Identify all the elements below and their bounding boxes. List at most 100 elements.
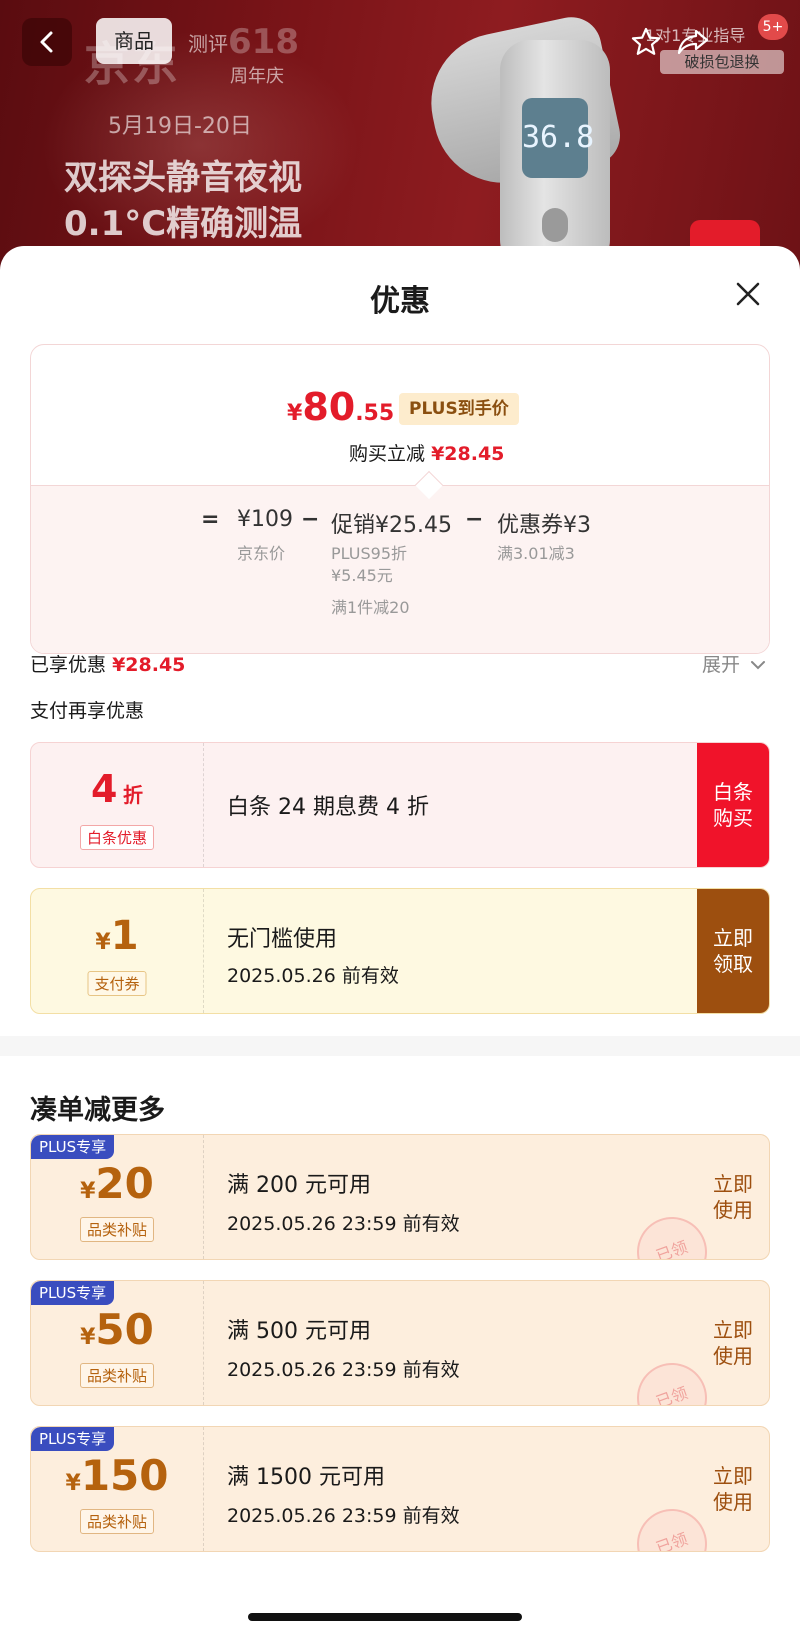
- coupon-divider: [203, 743, 204, 867]
- plus-coupon: ¥20 品类补贴 PLUS专享 满 200 元可用 2025.05.26 23:…: [30, 1134, 770, 1260]
- more-discounts-title: 凑单减更多: [30, 1095, 165, 1126]
- claim-coupon-label: 立即领取: [713, 926, 753, 976]
- discount-sheet: 优惠 ¥80.55 PLUS到手价 购买立减 ¥28.45 = ¥109 − 促…: [0, 246, 800, 1634]
- promo-detail: PLUS95折 ¥5.45元: [331, 544, 407, 585]
- price-breakdown-card: ¥80.55 PLUS到手价 购买立减 ¥28.45 = ¥109 − 促销¥2…: [30, 344, 770, 654]
- coupon-value-number: 50: [95, 1305, 154, 1354]
- coupon-type-label: 支付券: [87, 971, 147, 996]
- pay-coupon: ¥1 支付券 无门槛使用 2025.05.26 前有效 立即领取: [30, 888, 770, 1014]
- instant-save: 购买立减 ¥28.45: [349, 439, 504, 466]
- coupon-value-unit: 折: [123, 783, 144, 807]
- use-coupon-button[interactable]: 立即使用: [697, 1281, 769, 1405]
- coupon-value: 4 折: [31, 767, 203, 811]
- tab-product[interactable]: 商品: [96, 18, 172, 64]
- coupon-left: ¥1 支付券: [31, 889, 203, 1013]
- thermometer-button: [542, 208, 568, 242]
- thermometer-image: 36.8: [418, 10, 626, 270]
- instant-save-amount: ¥28.45: [431, 443, 505, 465]
- plus-price-tag: PLUS到手价: [399, 393, 519, 425]
- use-coupon-label: 立即使用: [713, 1464, 753, 1514]
- plus-coupon: ¥50 品类补贴 PLUS专享 满 500 元可用 2025.05.26 23:…: [30, 1280, 770, 1406]
- tab-review[interactable]: 测评: [188, 28, 228, 57]
- claim-coupon-button[interactable]: 立即领取: [697, 889, 769, 1013]
- banner-date: 5月19日-20日: [108, 114, 252, 139]
- coupon-currency: ¥: [95, 930, 111, 955]
- coupon-value-number: 20: [95, 1159, 154, 1208]
- product-banner: 京东 618 周年庆 5月19日-20日 双探头静音夜视 0.1°C精确测温 3…: [0, 0, 800, 270]
- enjoyed-discount: 已享优惠 ¥28.45: [30, 650, 185, 677]
- coupon-detail: 满3.01减3: [497, 544, 575, 563]
- coupon-divider: [203, 1281, 204, 1405]
- coupon-left: 4 折 白条优惠: [31, 743, 203, 867]
- home-indicator[interactable]: [248, 1613, 522, 1621]
- plus-exclusive-badge: PLUS专享: [31, 1135, 115, 1159]
- base-price: ¥109: [237, 507, 293, 532]
- coupon-type-label: 品类补贴: [79, 1217, 155, 1242]
- coupon-discount: 优惠券¥3: [497, 513, 591, 538]
- expand-label: 展开: [702, 654, 741, 676]
- final-price: ¥80.55: [287, 385, 394, 429]
- coupon-expire: 2025.05.26 23:59 前有效: [227, 1505, 460, 1527]
- coupon-desc: 满 200 元可用: [227, 1173, 371, 1198]
- use-coupon-label: 立即使用: [713, 1172, 753, 1222]
- coupon-value-number: 4: [90, 767, 118, 811]
- coupon-divider: [203, 1427, 204, 1551]
- minus-sign: −: [465, 507, 484, 532]
- coupon-type-label: 白条优惠: [79, 825, 155, 850]
- plus-coupon: ¥150 品类补贴 PLUS专享 满 1500 元可用 2025.05.26 2…: [30, 1426, 770, 1552]
- plus-exclusive-badge: PLUS专享: [31, 1281, 115, 1305]
- use-coupon-label: 立即使用: [713, 1318, 753, 1368]
- share-icon[interactable]: [676, 26, 710, 58]
- base-price-label: 京东价: [237, 544, 286, 563]
- instant-save-label: 购买立减: [349, 443, 426, 465]
- enjoyed-label: 已享优惠: [30, 654, 107, 676]
- back-icon: [40, 31, 53, 53]
- coupon-expire: 2025.05.26 23:59 前有效: [227, 1359, 460, 1381]
- pay-more-title: 支付再享优惠: [30, 700, 145, 722]
- promo-detail-2: 满1件减20: [331, 598, 410, 617]
- coupon-currency: ¥: [65, 1471, 81, 1496]
- price-integer: 80: [302, 385, 356, 429]
- coupon-desc: 无门槛使用: [227, 927, 338, 952]
- star-icon[interactable]: [630, 26, 662, 58]
- coupon-value: ¥150: [31, 1451, 203, 1500]
- expand-button[interactable]: 展开: [702, 650, 766, 677]
- plus-exclusive-badge: PLUS专享: [31, 1427, 115, 1451]
- banner-headline-2: 0.1°C精确测温: [64, 204, 303, 244]
- use-coupon-button[interactable]: 立即使用: [697, 1427, 769, 1551]
- coupon-expire: 2025.05.26 23:59 前有效: [227, 1213, 460, 1235]
- baitiao-buy-button[interactable]: 白条购买: [697, 743, 769, 867]
- brand-anniversary: 周年庆: [230, 66, 284, 87]
- coupon-currency: ¥: [80, 1179, 96, 1204]
- coupon-value-number: 150: [80, 1451, 169, 1500]
- coupon-desc: 满 500 元可用: [227, 1319, 371, 1344]
- coupon-value: ¥1: [31, 913, 203, 959]
- minus-sign: −: [301, 507, 320, 532]
- baitiao-coupon: 4 折 白条优惠 白条 24 期息费 4 折 白条购买: [30, 742, 770, 868]
- coupon-divider: [203, 889, 204, 1013]
- close-icon[interactable]: [728, 274, 768, 314]
- thermometer-display: 36.8: [522, 98, 594, 178]
- coupon-currency: ¥: [80, 1325, 96, 1350]
- promo-discount: 促销¥25.45: [331, 513, 452, 538]
- equals-sign: =: [201, 507, 220, 532]
- banner-headline-1: 双探头静音夜视: [64, 158, 302, 198]
- coupon-value-number: 1: [110, 913, 139, 959]
- enjoyed-amount: ¥28.45: [112, 654, 186, 676]
- coupon-expire: 2025.05.26 前有效: [227, 965, 399, 987]
- baitiao-buy-label: 白条购买: [713, 780, 753, 830]
- sheet-title: 优惠: [370, 284, 430, 319]
- more-badge[interactable]: 5+: [758, 14, 788, 40]
- coupon-value: ¥20: [31, 1159, 203, 1208]
- chevron-down-icon: [751, 661, 766, 670]
- use-coupon-button[interactable]: 立即使用: [697, 1135, 769, 1259]
- coupon-value: ¥50: [31, 1305, 203, 1354]
- brand-618: 618: [228, 22, 299, 62]
- section-divider: [0, 1036, 800, 1056]
- coupon-desc: 白条 24 期息费 4 折: [227, 795, 429, 820]
- price-currency: ¥: [287, 401, 303, 426]
- coupon-desc: 满 1500 元可用: [227, 1465, 385, 1490]
- coupon-type-label: 品类补贴: [79, 1363, 155, 1388]
- price-decimal: .55: [355, 401, 395, 426]
- back-button[interactable]: [22, 18, 72, 66]
